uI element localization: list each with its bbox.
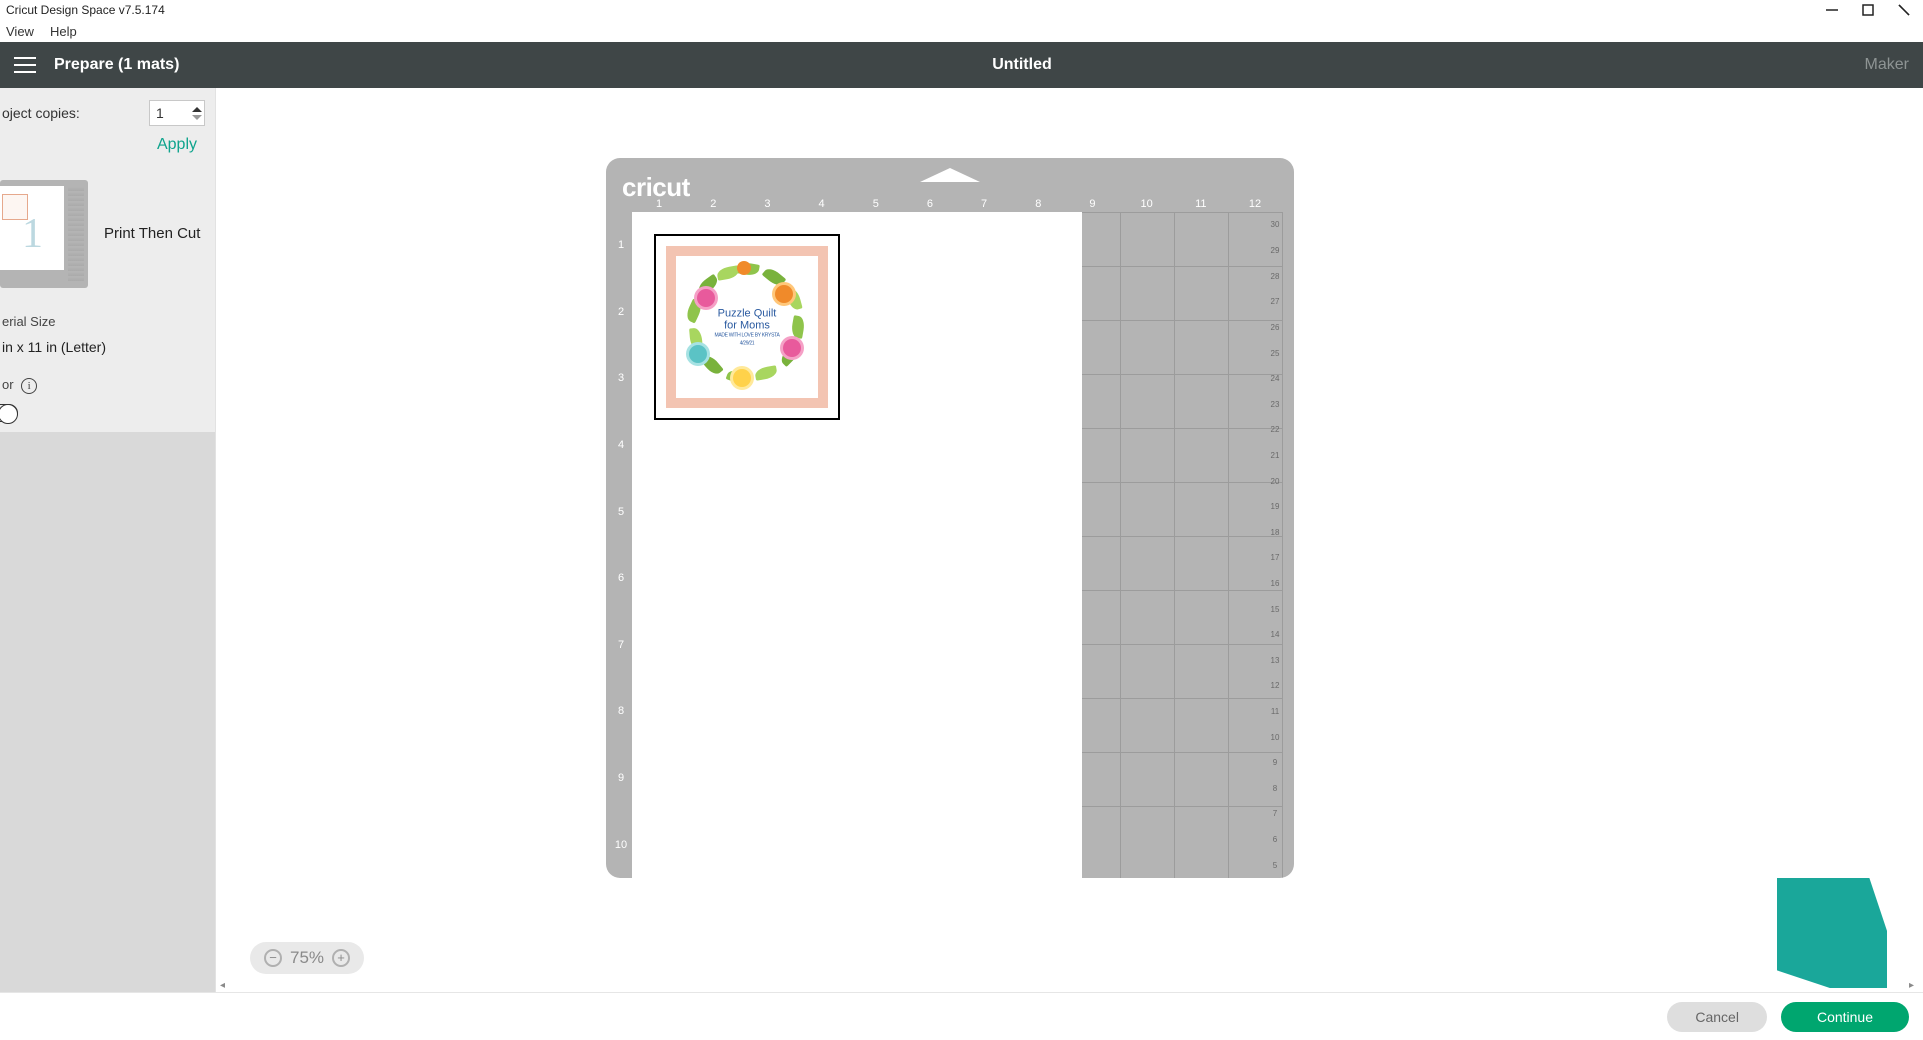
project-copies-input[interactable]: 1 <box>149 100 205 126</box>
design-text: Puzzle Quilt for Moms MADE WITH LOVE BY … <box>714 307 779 346</box>
info-icon[interactable]: i <box>21 378 37 394</box>
scroll-right-icon[interactable]: ▸ <box>1909 980 1919 991</box>
wreath-graphic: Puzzle Quilt for Moms MADE WITH LOVE BY … <box>687 267 807 387</box>
continue-button[interactable]: Continue <box>1781 1002 1909 1032</box>
canvas-area[interactable]: cricut 123 456 789 101112 123 456 789 10 <box>216 88 1923 992</box>
design-artwork[interactable]: Puzzle Quilt for Moms MADE WITH LOVE BY … <box>654 234 840 420</box>
app-header: Prepare (1 mats) Untitled Maker <box>0 42 1923 88</box>
scroll-left-icon[interactable]: ◂ <box>220 980 230 991</box>
mirror-toggle[interactable] <box>0 404 18 422</box>
project-copies-label: oject copies: <box>0 105 149 121</box>
window-maximize-icon[interactable] <box>1859 1 1877 19</box>
ruler-vertical: 123 456 789 10 <box>612 212 630 878</box>
ruler-right-cm: 567 8910 111213 141516 171819 202122 232… <box>1268 212 1282 878</box>
sidebar-spacer <box>0 432 215 992</box>
footer-bar: Cancel Continue <box>0 992 1923 1040</box>
material-size-value[interactable]: in x 11 in (Letter) <box>0 335 215 369</box>
annotation-arrow-icon <box>1777 878 1887 988</box>
ruler-horizontal: 123 456 789 101112 <box>632 198 1282 212</box>
mat-thumbnail[interactable]: 1 <box>0 180 88 288</box>
mat-operation-label: Print Then Cut <box>104 224 200 244</box>
stepper-up-icon[interactable] <box>192 107 202 112</box>
zoom-in-icon[interactable]: + <box>332 949 350 967</box>
device-label[interactable]: Maker <box>1865 56 1909 74</box>
menubar: View Help <box>0 20 1923 42</box>
stepper-down-icon[interactable] <box>192 115 202 120</box>
mat-number: 1 <box>22 210 43 258</box>
cutting-mat[interactable]: cricut 123 456 789 101112 123 456 789 10 <box>606 158 1294 878</box>
paper-area: Puzzle Quilt for Moms MADE WITH LOVE BY … <box>632 212 1082 878</box>
window-titlebar: Cricut Design Space v7.5.174 <box>0 0 1923 20</box>
mat-handle-icon <box>915 164 985 184</box>
cancel-button[interactable]: Cancel <box>1667 1002 1767 1032</box>
apply-button[interactable]: Apply <box>0 132 215 172</box>
zoom-control[interactable]: − 75% + <box>250 942 364 974</box>
mirror-label: or <box>2 377 14 392</box>
window-close-icon[interactable] <box>1895 1 1913 19</box>
zoom-out-icon[interactable]: − <box>264 949 282 967</box>
window-minimize-icon[interactable] <box>1823 1 1841 19</box>
project-title: Untitled <box>179 56 1864 74</box>
menu-help[interactable]: Help <box>50 24 77 39</box>
hamburger-icon[interactable] <box>14 57 36 73</box>
mat-thumbnail-row[interactable]: 1 Print Then Cut <box>0 172 215 306</box>
material-size-label: erial Size <box>0 306 215 335</box>
zoom-level: 75% <box>290 948 324 968</box>
horizontal-scrollbar[interactable]: ◂ ▸ <box>216 978 1923 992</box>
prepare-label: Prepare (1 mats) <box>54 56 179 74</box>
left-sidebar: oject copies: 1 Apply 1 Print Then Cut e… <box>0 88 216 992</box>
window-title: Cricut Design Space v7.5.174 <box>6 3 1823 17</box>
menu-view[interactable]: View <box>6 24 34 39</box>
project-copies-value: 1 <box>150 105 192 121</box>
